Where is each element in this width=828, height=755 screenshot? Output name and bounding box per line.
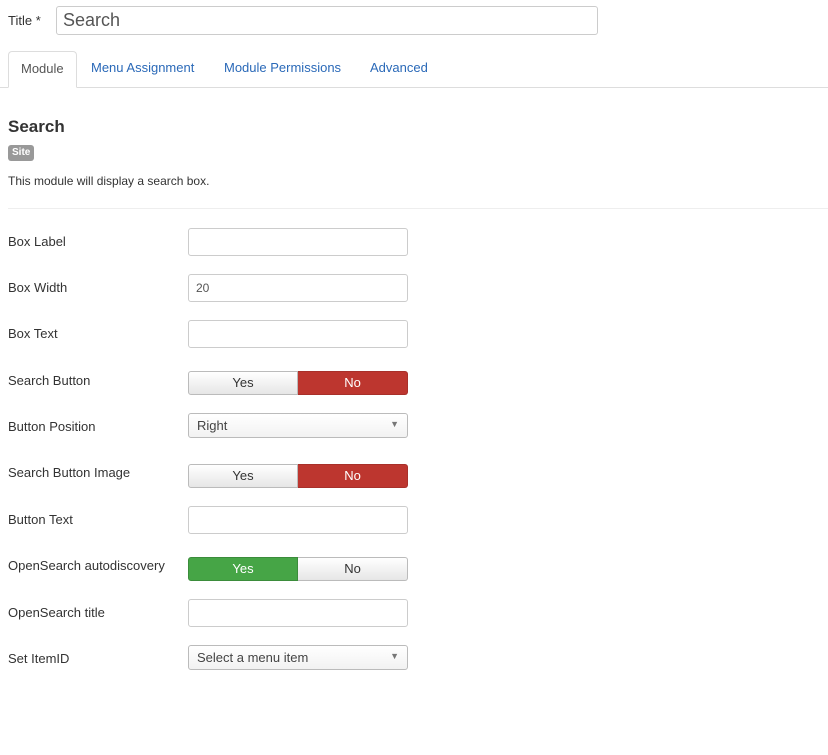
box-label-row: Box Label — [8, 228, 408, 256]
opensearch-autodiscovery-no[interactable]: No — [298, 557, 408, 581]
button-position-value: Right — [197, 418, 228, 433]
search-button-image-yes[interactable]: Yes — [188, 464, 298, 488]
tab-module-permissions[interactable]: Module Permissions — [212, 51, 353, 86]
search-button-image-toggle: Yes No — [188, 464, 408, 488]
title-input[interactable] — [56, 6, 598, 35]
chevron-down-icon: ▼ — [390, 651, 399, 661]
tab-bar: Module Menu Assignment Module Permission… — [0, 51, 828, 88]
set-itemid-row: Set ItemID Select a menu item ▼ — [8, 645, 408, 673]
title-row: Title * — [8, 6, 608, 37]
module-title: Search — [8, 117, 65, 136]
box-width-input[interactable] — [188, 274, 408, 302]
box-label-label: Box Label — [8, 234, 66, 249]
button-text-input[interactable] — [188, 506, 408, 534]
search-button-yes[interactable]: Yes — [188, 371, 298, 395]
set-itemid-label: Set ItemID — [8, 651, 70, 666]
box-text-row: Box Text — [8, 320, 408, 348]
search-button-label: Search Button — [8, 373, 91, 388]
search-button-no[interactable]: No — [298, 371, 408, 395]
module-description: This module will display a search box. — [8, 174, 210, 188]
search-button-image-label: Search Button Image — [8, 465, 131, 480]
opensearch-autodiscovery-row: OpenSearch autodiscovery Yes No — [8, 557, 408, 585]
opensearch-title-label: OpenSearch title — [8, 605, 105, 620]
chevron-down-icon: ▼ — [390, 419, 399, 429]
search-button-toggle: Yes No — [188, 371, 408, 395]
search-button-image-no[interactable]: No — [298, 464, 408, 488]
button-text-label: Button Text — [8, 512, 73, 527]
set-itemid-value: Select a menu item — [197, 650, 309, 665]
button-position-row: Button Position Right ▼ — [8, 413, 408, 441]
tab-module[interactable]: Module — [8, 51, 77, 88]
search-button-row: Search Button Yes No — [8, 371, 408, 399]
opensearch-autodiscovery-label: OpenSearch autodiscovery — [8, 558, 165, 573]
tab-menu-assignment[interactable]: Menu Assignment — [79, 51, 206, 86]
box-label-input[interactable] — [188, 228, 408, 256]
box-width-label: Box Width — [8, 280, 68, 295]
title-label: Title * — [8, 13, 41, 28]
box-width-row: Box Width — [8, 274, 408, 302]
site-badge: Site — [8, 145, 35, 161]
divider — [8, 208, 828, 209]
opensearch-autodiscovery-yes[interactable]: Yes — [188, 557, 298, 581]
set-itemid-select[interactable]: Select a menu item ▼ — [188, 645, 408, 670]
opensearch-title-input[interactable] — [188, 599, 408, 627]
search-button-image-row: Search Button Image Yes No — [8, 464, 408, 492]
button-position-label: Button Position — [8, 419, 96, 434]
button-position-select[interactable]: Right ▼ — [188, 413, 408, 438]
box-text-input[interactable] — [188, 320, 408, 348]
box-text-label: Box Text — [8, 326, 58, 341]
tab-advanced[interactable]: Advanced — [358, 51, 440, 86]
opensearch-autodiscovery-toggle: Yes No — [188, 557, 408, 581]
opensearch-title-row: OpenSearch title — [8, 599, 408, 627]
button-text-row: Button Text — [8, 506, 408, 534]
